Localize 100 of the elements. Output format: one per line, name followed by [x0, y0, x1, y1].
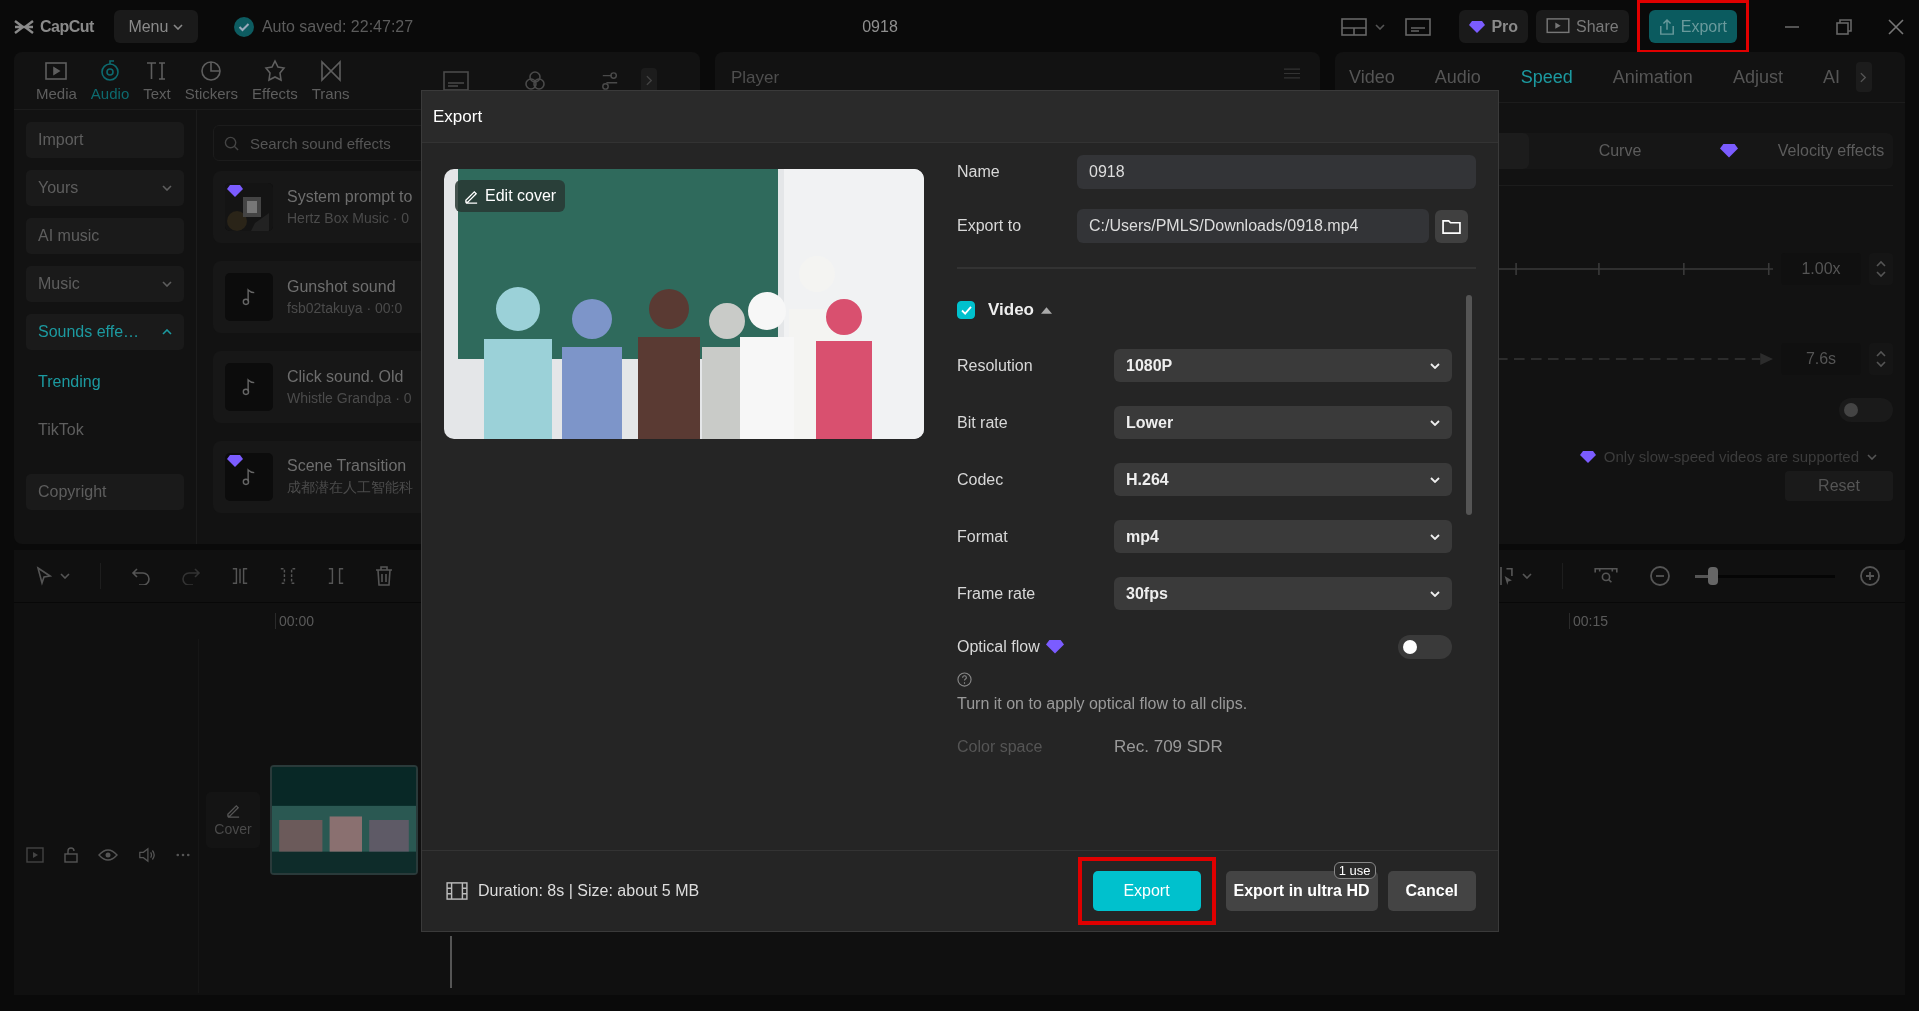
dialog-title: Export [433, 106, 483, 127]
zoom-in-icon[interactable] [1859, 565, 1881, 587]
menu-icon[interactable] [1284, 68, 1300, 79]
panel-title: Player [731, 68, 780, 88]
media-tab[interactable]: Audio [90, 59, 130, 102]
dropdown[interactable]: 30fps [1114, 577, 1452, 610]
panel-tab[interactable]: Video [1349, 66, 1395, 88]
sidebar-item[interactable]: Yours [26, 170, 184, 206]
search-icon [224, 136, 239, 151]
captions-icon[interactable] [443, 70, 470, 91]
more-icon[interactable] [176, 853, 190, 857]
panel-tab[interactable]: Speed [1520, 66, 1573, 88]
sound-title: Click sound. Old [287, 368, 405, 386]
tab-icon [262, 59, 287, 83]
chevron-right-icon [1860, 71, 1868, 83]
sidebar-item[interactable]: Music [26, 266, 184, 302]
split-icon[interactable] [231, 566, 249, 586]
film-icon [446, 882, 468, 900]
help-icon[interactable] [957, 672, 972, 687]
caret-icon [1430, 362, 1440, 369]
usage-badge: 1 use [1333, 862, 1376, 879]
close-icon[interactable] [1887, 17, 1905, 36]
dropdown[interactable]: H.264 [1114, 463, 1452, 496]
tab-icon [44, 59, 69, 83]
restore-icon[interactable] [1835, 17, 1853, 36]
menu-button[interactable]: Menu [113, 10, 198, 43]
scrollbar[interactable] [1466, 295, 1472, 515]
delete-icon[interactable] [375, 566, 393, 586]
path-field[interactable]: C:/Users/PMLS/Downloads/0918.mp4 [1077, 209, 1429, 243]
autosave-status: Auto saved: 22:47:27 [261, 17, 414, 36]
edit-cover-button[interactable]: Edit cover [455, 180, 566, 212]
panel-tab[interactable]: Audio [1434, 66, 1481, 88]
folder-icon [1442, 218, 1461, 234]
pencil-icon [464, 188, 479, 204]
panel-tab[interactable]: Animation [1612, 66, 1693, 88]
sidebar-subitem[interactable]: TikTok [26, 410, 184, 450]
dropdown[interactable]: Lower [1114, 406, 1452, 439]
captions-icon[interactable] [1405, 17, 1432, 36]
export-info: Duration: 8s | Size: about 5 MB [478, 882, 700, 900]
undo-icon[interactable] [131, 567, 151, 585]
share-button[interactable]: Share [1536, 10, 1629, 43]
setting-label: Optical flow [957, 638, 1040, 656]
dropdown[interactable]: mp4 [1114, 520, 1452, 553]
time-label: 00:15 [1569, 613, 1609, 629]
logo-icon [14, 18, 34, 35]
scroll-right-button[interactable] [1855, 62, 1872, 92]
check-icon [233, 16, 254, 37]
setting-label: Bit rate [957, 413, 1009, 432]
caret-icon [1430, 476, 1440, 483]
reset-button[interactable]: Reset [1785, 471, 1893, 501]
caret-icon [1375, 23, 1386, 30]
zoom-fit-icon[interactable] [1593, 567, 1619, 585]
panel-tab[interactable]: AI [1822, 66, 1840, 88]
browse-button[interactable] [1435, 209, 1468, 243]
eye-icon[interactable] [98, 848, 118, 862]
redo-icon[interactable] [181, 567, 201, 585]
mode-tab[interactable]: Velocity effects [1711, 133, 1893, 169]
media-tab[interactable]: Effects [252, 59, 298, 102]
pencil-icon [225, 803, 241, 818]
section-label: Video [988, 300, 1034, 320]
sidebar-item[interactable]: Import [26, 122, 184, 158]
mode-tab[interactable]: Curve [1529, 133, 1711, 169]
pro-button[interactable]: Pro [1459, 10, 1529, 43]
media-tab[interactable]: Media [36, 59, 77, 102]
sidebar-item[interactable]: Sounds effe… [26, 314, 184, 350]
trim-left-icon[interactable] [279, 566, 297, 586]
setting-value: Rec. 709 SDR [1114, 737, 1223, 757]
name-field[interactable]: 0918 [1077, 155, 1476, 189]
trim-right-icon[interactable] [327, 566, 345, 586]
field-label: Name [957, 163, 1001, 181]
tab-icon [318, 59, 343, 83]
video-track-icon[interactable] [26, 847, 44, 863]
toggle-switch[interactable] [1839, 398, 1893, 422]
hint-text: Turn it on to apply optical flow to all clips. [957, 695, 1249, 713]
toggle-switch[interactable] [1398, 635, 1452, 659]
panel-tab[interactable]: Adjust [1732, 66, 1783, 88]
sound-title: System prompt to [287, 188, 413, 206]
dropdown[interactable]: 1080P [1114, 349, 1452, 382]
sidebar-item[interactable]: AI music [26, 218, 184, 254]
pointer-icon[interactable] [36, 566, 52, 586]
cancel-button[interactable]: Cancel [1387, 871, 1476, 911]
checkbox[interactable] [957, 301, 975, 319]
collapse-icon[interactable] [1041, 306, 1052, 314]
layout-icon[interactable] [1341, 17, 1368, 36]
caret-icon [1867, 453, 1877, 460]
app-name: CapCut [40, 17, 94, 36]
export-button[interactable]: Export [1092, 871, 1201, 911]
tab-icon [199, 59, 224, 83]
filter-icon[interactable] [523, 68, 548, 93]
media-tab[interactable]: Trans [311, 59, 350, 102]
lock-icon[interactable] [64, 847, 78, 863]
caret-icon [1522, 573, 1532, 579]
zoom-out-icon[interactable] [1649, 565, 1671, 587]
caret-icon [162, 185, 172, 191]
media-tab[interactable]: Stickers [184, 59, 239, 102]
speaker-icon[interactable] [138, 847, 156, 863]
export-button[interactable]: Export [1648, 10, 1737, 43]
sidebar-item[interactable]: Copyright [26, 474, 184, 510]
sidebar-subitem[interactable]: Trending [26, 362, 184, 402]
media-tab[interactable]: Text [143, 59, 171, 102]
